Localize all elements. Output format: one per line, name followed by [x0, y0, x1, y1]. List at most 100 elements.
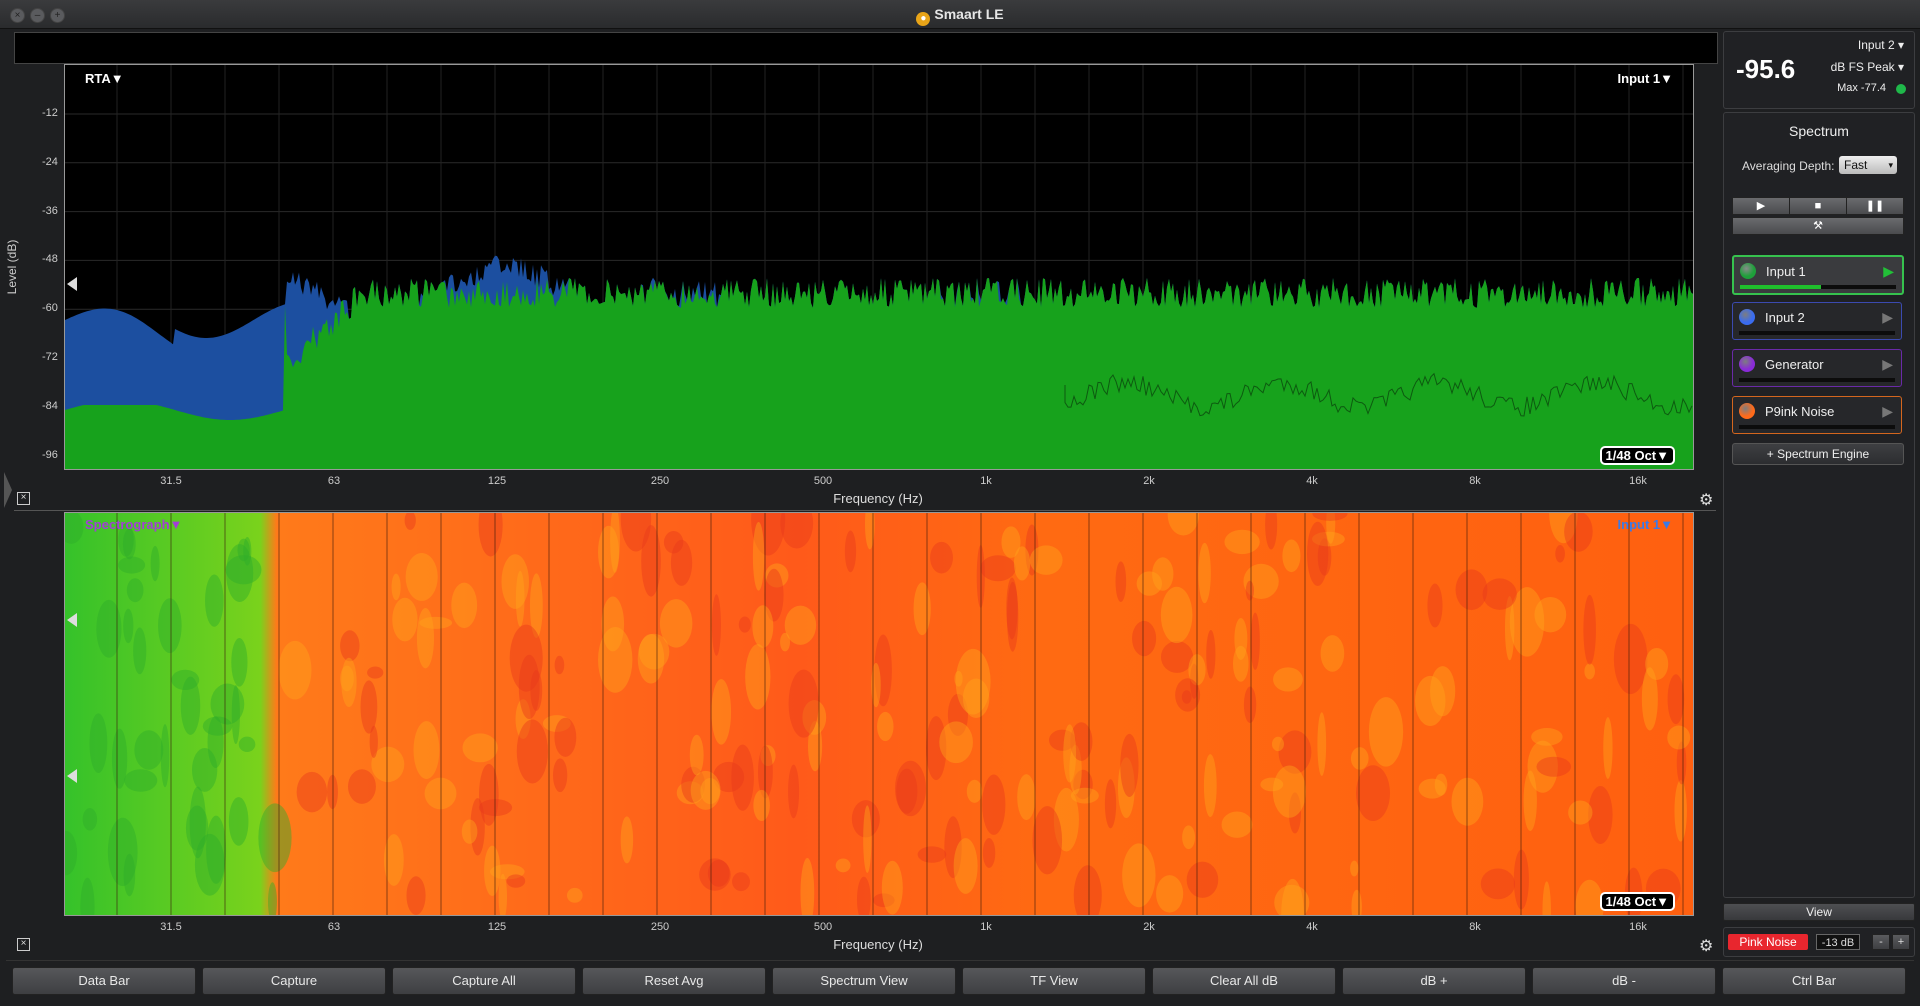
spectrograph-cell — [124, 769, 158, 792]
spectrograph-settings-gear-icon[interactable]: ⚙ — [1699, 936, 1713, 956]
play-button[interactable]: ▶ — [1732, 197, 1790, 215]
spectrograph-cell — [205, 574, 224, 627]
spectrograph-heatmap — [65, 513, 1693, 915]
spectrograph-cell — [1674, 780, 1687, 842]
spectrograph-input-dropdown[interactable]: Input 1▼ — [1618, 517, 1673, 532]
spectrograph-cell — [863, 805, 872, 873]
spectrograph-cell — [732, 872, 750, 892]
spectrograph-cell — [659, 599, 693, 648]
bottom-button-capture-all[interactable]: Capture All — [392, 967, 576, 995]
spectrograph-cell — [237, 538, 250, 562]
spectrograph-cell — [1115, 561, 1127, 603]
spectrograph-cell — [1584, 663, 1595, 680]
add-spectrum-engine-button[interactable]: + Spectrum Engine — [1732, 443, 1904, 465]
source-input-2[interactable]: Input 2 ▶ — [1732, 302, 1902, 340]
spectrograph-mode-dropdown[interactable]: Spectrograph▼ — [85, 517, 182, 532]
tools-button[interactable]: ⚒ — [1732, 217, 1904, 235]
spectrograph-x-tick: 63 — [327, 921, 341, 933]
rta-threshold-handle[interactable] — [67, 277, 77, 291]
rta-resolution-dropdown[interactable]: 1/48 Oct▼ — [1599, 446, 1675, 465]
chevron-down-icon: ▾ — [1888, 160, 1893, 170]
spectrograph-x-axis-label: Frequency (Hz) — [833, 937, 923, 952]
spectrograph-cell — [160, 724, 170, 788]
spectrograph-cell — [1368, 697, 1404, 767]
spectrograph-cell — [1531, 728, 1563, 746]
generator-level-up-button[interactable]: + — [1892, 934, 1910, 950]
meter-input-dropdown[interactable]: Input 2 ▾ — [1858, 38, 1904, 52]
source-generator[interactable]: Generator ▶ — [1732, 349, 1902, 387]
side-panel-toggle-handle[interactable] — [4, 472, 12, 508]
spectrograph-cell — [1320, 635, 1345, 672]
rta-x-axis-label: Frequency (Hz) — [833, 491, 923, 506]
bottom-button-data-bar[interactable]: Data Bar — [12, 967, 196, 995]
source-p9ink-noise[interactable]: P9ink Noise ▶ — [1732, 396, 1902, 434]
rta-x-tick: 125 — [487, 475, 507, 487]
bottom-button-db-[interactable]: dB + — [1342, 967, 1526, 995]
bottom-button-tf-view[interactable]: TF View — [962, 967, 1146, 995]
bottom-button-reset-avg[interactable]: Reset Avg — [582, 967, 766, 995]
stop-button[interactable]: ■ — [1789, 197, 1847, 215]
spectrograph-cell — [1667, 674, 1685, 725]
spectrograph-cell — [894, 760, 927, 817]
source-expand-arrow-icon[interactable]: ▶ — [1883, 263, 1894, 280]
spectrograph-resolution-dropdown[interactable]: 1/48 Oct▼ — [1599, 892, 1675, 911]
source-expand-arrow-icon[interactable]: ▶ — [1882, 403, 1893, 420]
spectrograph-close-icon[interactable]: × — [17, 938, 30, 951]
rta-mode-dropdown[interactable]: RTA▼ — [85, 71, 124, 86]
bottom-button-db-[interactable]: dB - — [1532, 967, 1716, 995]
pane-divider[interactable] — [14, 510, 1716, 511]
bottom-button-spectrum-view[interactable]: Spectrum View — [772, 967, 956, 995]
view-button[interactable]: View — [1723, 903, 1915, 921]
rta-y-tick: -36 — [42, 204, 58, 217]
generator-level-down-button[interactable]: - — [1872, 934, 1890, 950]
averaging-depth-select[interactable]: Fast ▾ — [1839, 156, 1897, 174]
spectrograph-cell — [1122, 843, 1156, 908]
spectrograph-cell — [601, 596, 625, 652]
source-name: Input 1 — [1766, 264, 1806, 279]
spectrograph-cell — [711, 679, 732, 745]
rta-x-tick: 1k — [980, 475, 992, 487]
generator-level-display: -13 dB — [1816, 934, 1860, 950]
spectrograph-cell — [1583, 594, 1596, 665]
rta-plot[interactable]: RTA▼ Input 1▼ 1/48 Oct▼ — [64, 64, 1694, 470]
pink-noise-generator-button[interactable]: Pink Noise — [1728, 934, 1808, 950]
pause-icon: ❚❚ — [1865, 200, 1885, 212]
spectrograph-cell — [788, 669, 819, 738]
source-expand-arrow-icon[interactable]: ▶ — [1882, 309, 1893, 326]
rta-x-tick: 500 — [813, 475, 833, 487]
spectrograph-cell — [1186, 861, 1219, 898]
spectrograph-cell — [369, 725, 378, 758]
spectrograph-cell — [700, 777, 720, 805]
spectrograph-cell — [1221, 811, 1253, 838]
spectrograph-x-tick: 2k — [1143, 921, 1155, 933]
spectrograph-cell — [738, 616, 751, 633]
pause-button[interactable]: ❚❚ — [1846, 197, 1904, 215]
spectrograph-cell — [953, 838, 978, 894]
spectrograph-cell — [637, 634, 665, 684]
spectrograph-cell — [1243, 686, 1257, 724]
spectrograph-cell — [1603, 717, 1613, 779]
rta-close-icon[interactable]: × — [17, 492, 30, 505]
source-expand-arrow-icon[interactable]: ▶ — [1882, 356, 1893, 373]
spectrograph-upper-handle[interactable] — [67, 613, 77, 627]
level-meter-panel: -95.6 Input 2 ▾ dB FS Peak ▾ Max -77.4 — [1723, 31, 1915, 109]
spectrograph-cell — [1427, 583, 1443, 628]
bottom-button-ctrl-bar[interactable]: Ctrl Bar — [1722, 967, 1906, 995]
spectrograph-cell — [1063, 724, 1077, 783]
spectrograph-x-tick: 1k — [980, 921, 992, 933]
spectrograph-cell — [1224, 529, 1260, 555]
rta-settings-gear-icon[interactable]: ⚙ — [1699, 490, 1713, 510]
bottom-button-clear-all-db[interactable]: Clear All dB — [1152, 967, 1336, 995]
bottom-button-capture[interactable]: Capture — [202, 967, 386, 995]
spectrograph-cell — [1070, 787, 1099, 804]
source-level-fill — [1740, 285, 1822, 289]
spectrograph-plot[interactable]: Spectrograph▼ Input 1▼ 1/48 Oct▼ — [64, 512, 1694, 916]
spectrograph-cell — [1350, 860, 1359, 877]
spectrograph-cell — [982, 838, 996, 868]
spectrograph-cell — [982, 774, 1006, 835]
spectrograph-lower-handle[interactable] — [67, 769, 77, 783]
source-input-1[interactable]: Input 1 ▶ — [1732, 255, 1904, 295]
rta-y-axis-label: Level (dB) — [5, 239, 19, 295]
rta-input-dropdown[interactable]: Input 1▼ — [1618, 71, 1673, 86]
meter-unit-dropdown[interactable]: dB FS Peak ▾ — [1831, 60, 1904, 74]
